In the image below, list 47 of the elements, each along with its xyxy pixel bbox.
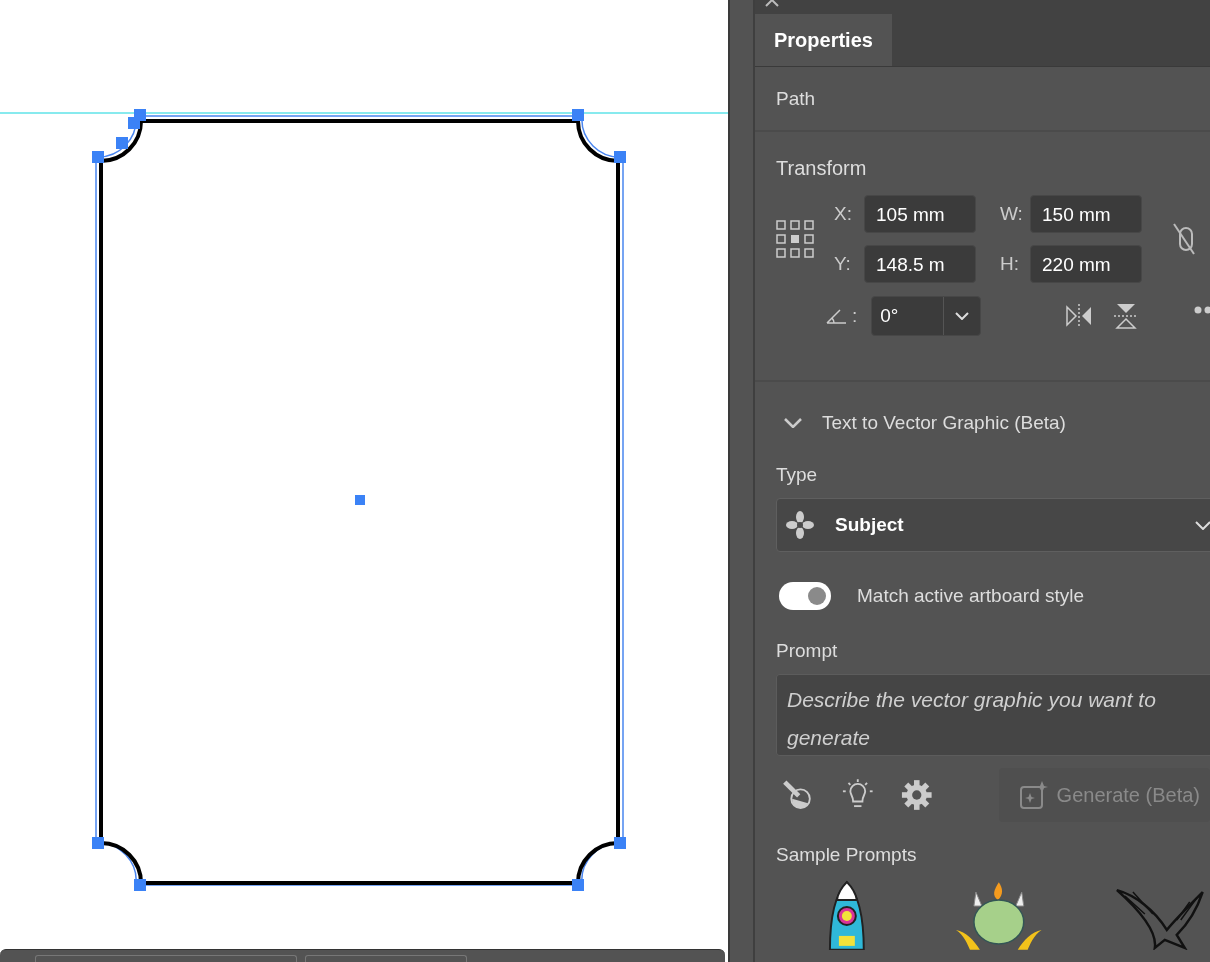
anchor-handle[interactable] — [572, 879, 584, 891]
section-title: Sample Prompts — [776, 844, 918, 866]
section-title: Transform — [776, 157, 868, 180]
document-tab[interactable] — [35, 955, 297, 962]
toggle-label: Match active artboard style — [857, 585, 1085, 607]
prompt-field[interactable]: Describe the vector graphic you want to generate — [776, 674, 1210, 756]
flower-icon — [785, 510, 815, 540]
toggle-switch[interactable] — [779, 582, 831, 610]
field-label: X: — [834, 203, 853, 225]
type-dropdown[interactable]: Subject — [776, 498, 1210, 552]
more-options-icon[interactable] — [1194, 306, 1210, 314]
field-label: Type — [776, 464, 819, 486]
input-field[interactable]: 105 mm — [864, 195, 976, 233]
panel-tab[interactable]: Properties — [755, 14, 892, 66]
section-label: Path — [776, 87, 816, 110]
anchor-handle[interactable] — [572, 109, 584, 121]
settings-icon[interactable] — [901, 778, 933, 812]
flip-horizontal-icon[interactable] — [1065, 303, 1094, 329]
input-field[interactable]: 150 mm — [1030, 195, 1142, 233]
reference-point-icon[interactable] — [776, 220, 814, 258]
sparkle-image-icon — [1018, 780, 1049, 810]
field-label: W: — [999, 203, 1024, 225]
anchor-handle[interactable] — [128, 117, 140, 129]
center-point — [355, 495, 365, 505]
eyedropper-icon[interactable] — [782, 778, 814, 812]
anchor-handle[interactable] — [92, 151, 104, 163]
anchor-handle[interactable] — [92, 837, 104, 849]
chevron-down-icon — [955, 312, 970, 320]
input-field[interactable]: 220 mm — [1030, 245, 1142, 283]
flip-vertical-icon[interactable] — [1113, 302, 1140, 330]
section-toggle[interactable]: Text to Vector Graphic (Beta) — [776, 412, 1066, 434]
document-tab[interactable] — [305, 955, 467, 962]
input-field[interactable]: 148.5 m — [864, 245, 976, 283]
anchor-handle[interactable] — [614, 837, 626, 849]
collapse-icon[interactable] — [765, 0, 779, 7]
anchor-handle[interactable] — [614, 151, 626, 163]
chevron-down-icon — [784, 418, 802, 428]
unlinked-chain-icon[interactable] — [1172, 222, 1196, 256]
angle-icon — [826, 308, 848, 324]
angle-dropdown[interactable]: 0° — [871, 296, 982, 336]
field-label: Y: — [834, 253, 852, 275]
field-label: Prompt — [776, 640, 839, 662]
anchor-handle[interactable] — [134, 879, 146, 891]
chevron-down-icon — [1195, 520, 1210, 530]
field-label: : — [852, 305, 858, 327]
field-label: H: — [999, 253, 1020, 275]
anchor-handle[interactable] — [116, 137, 128, 149]
